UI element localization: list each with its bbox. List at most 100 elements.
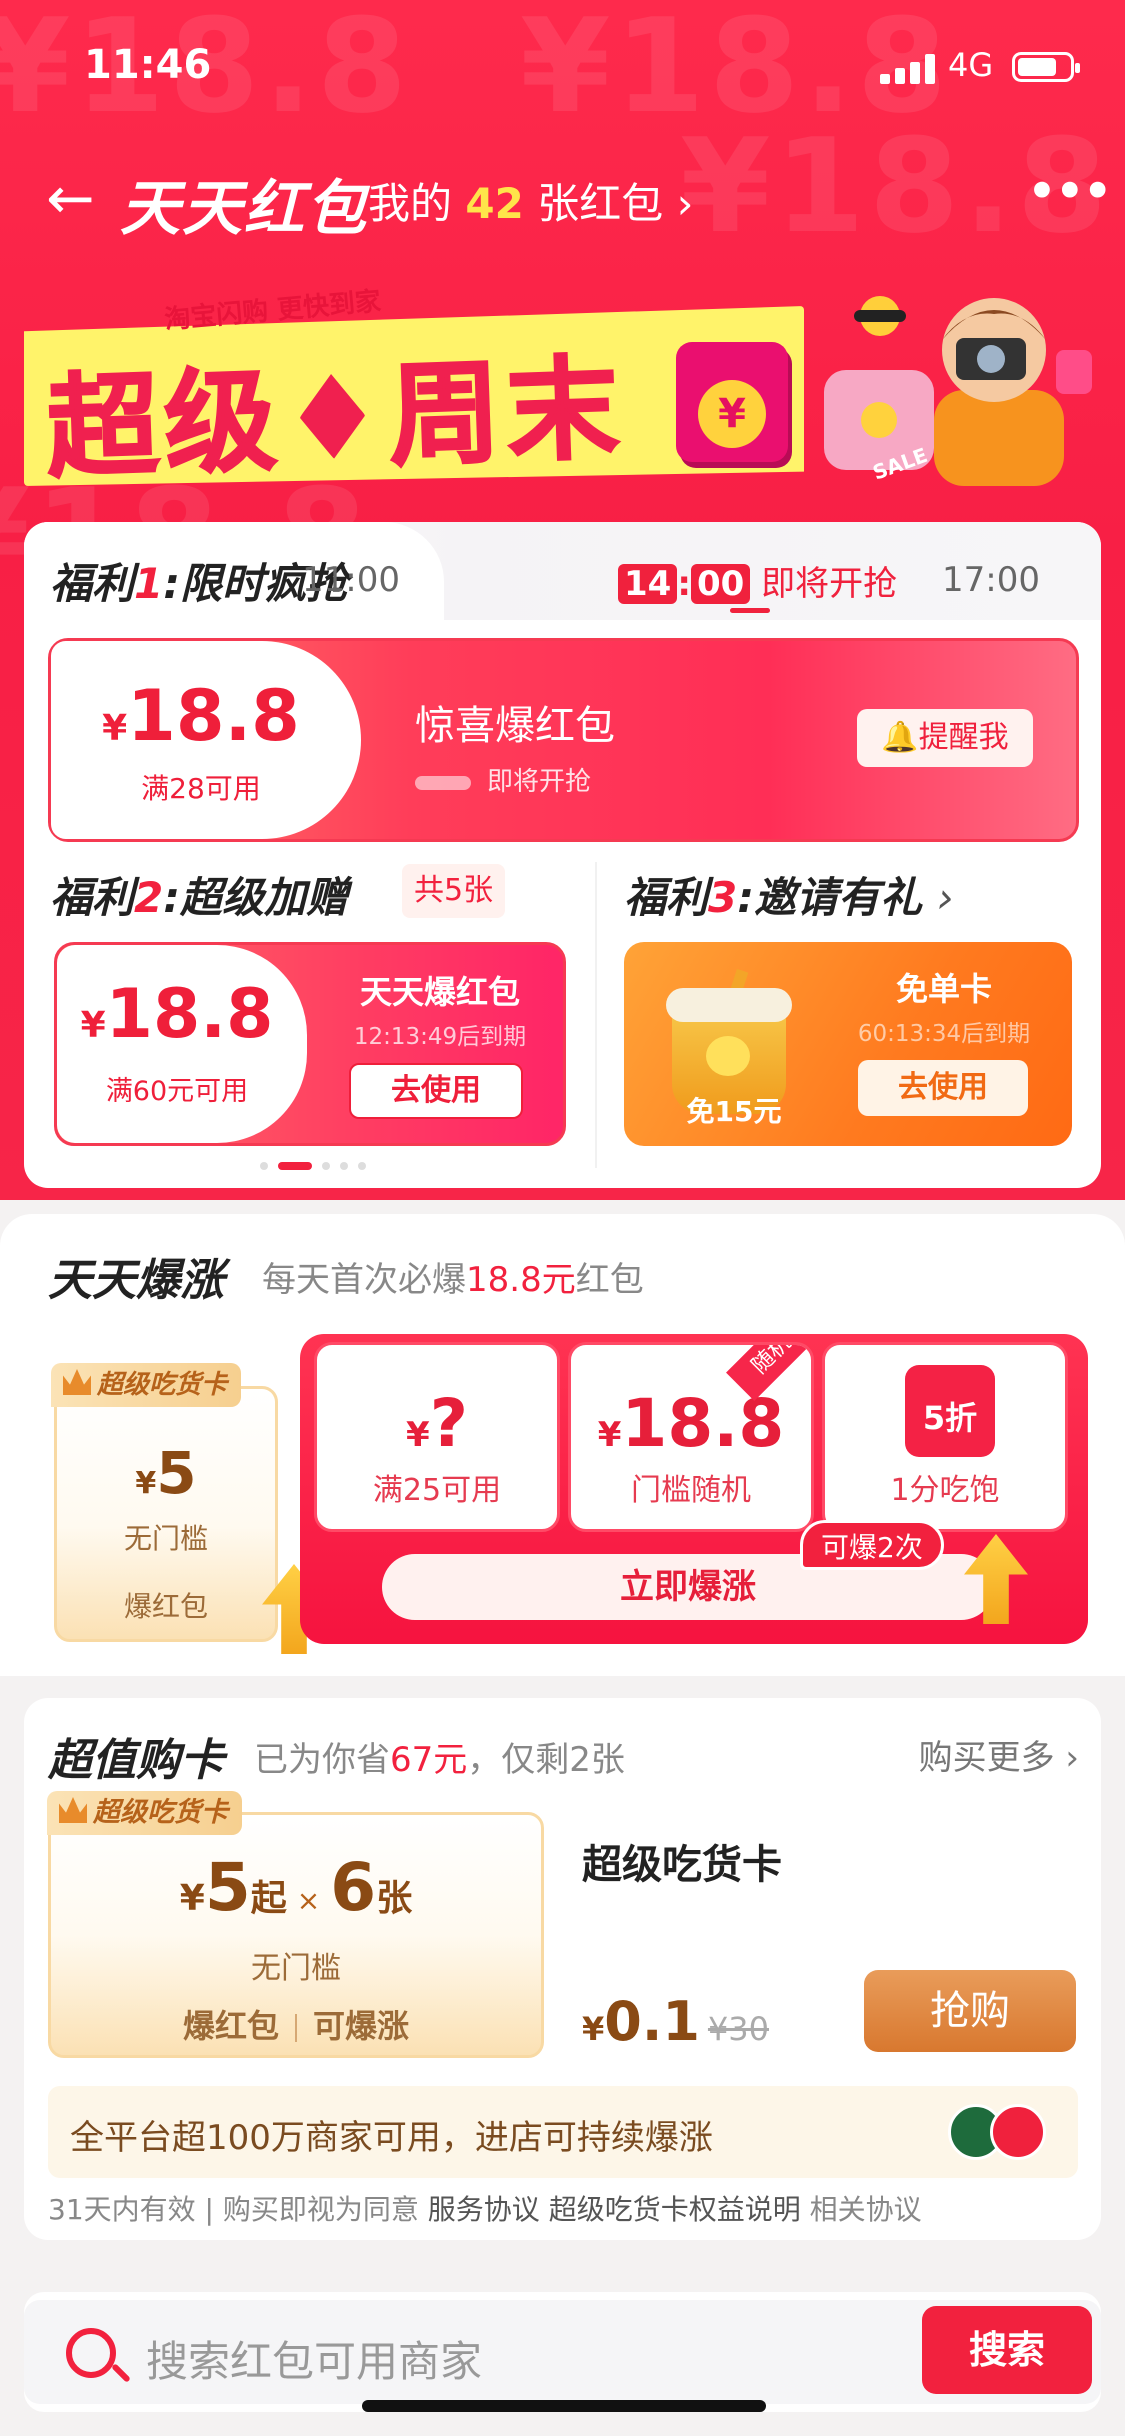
foodie-card-product[interactable]: 超级吃货卡 ¥5起 × 6张 无门槛 爆红包 可爆涨 — [47, 1791, 544, 2058]
product-name: 超级吃货卡 — [582, 1842, 782, 1888]
card-condition: 无门槛 — [251, 1951, 341, 1986]
my-coupons-link[interactable]: 我的 42 张红包 › — [368, 170, 693, 231]
coupon-expiry: 12:13:49后到期 — [353, 1024, 527, 1050]
original-price: ¥30 — [707, 2010, 770, 2048]
buy-more-link[interactable]: 购买更多 › — [919, 1730, 1079, 1779]
tab-slot-current[interactable]: 14:00 即将开抢 — [618, 556, 897, 605]
nav-bar: ← 天天红包 我的 42 张红包 › ••• — [0, 160, 1125, 244]
current-minute: 00 — [690, 564, 751, 604]
value-card-title: 超值购卡 — [48, 1735, 224, 1786]
coupon-condition: 满28可用 — [141, 772, 261, 805]
foodie-price: ¥5 — [135, 1439, 197, 1507]
use-card-button[interactable]: 去使用 — [858, 1060, 1028, 1116]
status-bar: 11:46 4G — [0, 0, 1125, 130]
service-agreement-link[interactable]: 服务协议 — [428, 2193, 540, 2226]
benefit3-title[interactable]: 福利3:邀请有礼 › — [624, 864, 953, 925]
mascot-illustration: SALE — [824, 296, 1092, 486]
back-arrow-icon[interactable]: ← — [46, 168, 95, 228]
value-card-section: 超值购卡 已为你省67元，仅剩2张 购买更多 › 超级吃货卡 ¥5起 × 6张 无门… — [24, 1698, 1101, 2240]
merchant-logos — [948, 2104, 1060, 2160]
search-placeholder: 搜索红包可用商家 — [146, 2337, 483, 2386]
red-envelope-icon: ¥ — [676, 342, 788, 462]
card-bundle-price: ¥5起 × 6张 — [179, 1849, 413, 1926]
value-card-subtitle: 已为你省67元，仅剩2张 — [254, 1740, 625, 1780]
coupon-status: 即将开抢 — [415, 761, 591, 798]
boom-option-random[interactable]: ¥18.8 门槛随机 随机 — [568, 1342, 814, 1532]
option-price: ¥? — [406, 1385, 468, 1462]
product-price: ¥0.1 ¥30 — [582, 1990, 770, 2053]
promo-banner[interactable]: 淘宝闪购 更快到家 超级♦周末 ¥ SALE — [24, 287, 1099, 495]
coupon-value-area: ¥18.8 满60元可用 — [57, 945, 307, 1143]
boom-option-discount[interactable]: 5折 1分吃饱 — [822, 1342, 1068, 1532]
boom-panel: ¥? 满25可用 ¥18.8 门槛随机 随机 5折 1分吃饱 立即爆涨 可爆2次 — [300, 1334, 1088, 1644]
search-icon — [66, 2328, 131, 2383]
chevron-right-icon: › — [936, 873, 954, 922]
coupon-price: ¥18.8 — [102, 675, 300, 757]
bonus-coupon[interactable]: ¥18.8 满60元可用 天天爆红包 12:13:49后到期 去使用 — [54, 942, 566, 1146]
flash-coupon[interactable]: ¥18.8 满28可用 惊喜爆红包 即将开抢 🔔提醒我 — [48, 638, 1079, 842]
foodie-card-coupon[interactable]: 超级吃货卡 ¥5 无门槛 爆红包 — [51, 1363, 278, 1642]
my-coupons-suffix: 张红包 — [537, 179, 664, 228]
coupon-count-tag: 共5张 — [402, 864, 506, 918]
signal-icon — [880, 54, 938, 84]
pagination-dots — [260, 1162, 400, 1172]
benefit2-title: 福利2:超级加赠 — [50, 873, 349, 922]
notice-text: 全平台超100万商家可用，进店可持续爆涨 — [70, 2118, 713, 2158]
benefits-card: 福利1:限时疯抢 11:00 14:00 即将开抢 17:00 ¥18.8 满2… — [24, 522, 1101, 1188]
remind-me-button[interactable]: 🔔提醒我 — [857, 709, 1033, 767]
option-condition: 门槛随机 — [631, 1473, 751, 1508]
merchant-notice: 全平台超100万商家可用，进店可持续爆涨 — [48, 2086, 1078, 2178]
search-button[interactable]: 搜索 — [922, 2306, 1092, 2394]
coupon-name: 天天爆红包 — [359, 973, 520, 1011]
search-bar: 搜索红包可用商家 搜索 — [24, 2292, 1101, 2412]
crown-icon — [59, 1797, 87, 1823]
benefits-info-link[interactable]: 超级吃货卡权益说明 — [549, 2193, 801, 2226]
daily-boom-title: 天天爆涨 — [48, 1255, 224, 1306]
discount-badge: 免15元 — [686, 1095, 782, 1128]
discount-envelope-icon: 5折 — [905, 1365, 995, 1457]
free-order-card[interactable]: 免15元 免单卡 60:13:34后到期 去使用 — [624, 942, 1072, 1146]
bell-icon: 🔔 — [881, 720, 919, 755]
network-label: 4G — [948, 46, 994, 84]
coupon-name: 惊喜爆红包 — [415, 703, 615, 749]
boom-times-bubble: 可爆2次 — [800, 1520, 944, 1570]
use-coupon-button[interactable]: 去使用 — [349, 1063, 523, 1119]
battery-icon — [1012, 52, 1080, 82]
current-slot-status: 即将开抢 — [761, 564, 898, 604]
active-tab-indicator — [730, 608, 770, 613]
daily-boom-section: 天天爆涨 每天首次必爆18.8元红包 超级吃货卡 ¥5 无门槛 爆红包 ¥? 满… — [0, 1214, 1125, 1676]
grab-button[interactable]: 抢购 — [864, 1970, 1076, 2052]
banner-title: 超级♦周末 — [43, 343, 628, 495]
chevron-right-icon: › — [676, 179, 694, 228]
coupon-value-area: ¥18.8 满28可用 — [51, 641, 361, 839]
status-time: 11:46 — [84, 42, 212, 88]
foodie-condition: 无门槛 — [123, 1522, 208, 1555]
option-price: ¥18.8 — [597, 1385, 785, 1462]
more-icon[interactable]: ••• — [1026, 160, 1114, 223]
my-coupons-count: 42 — [465, 179, 524, 228]
current-hour: 14 — [618, 564, 678, 604]
foodie-name: 爆红包 — [123, 1590, 208, 1623]
coupon-condition: 满60元可用 — [105, 1076, 249, 1107]
card-features: 爆红包 可爆涨 — [182, 2007, 410, 2045]
crown-icon — [63, 1369, 91, 1395]
tab-slot-1100[interactable]: 11:00 — [302, 560, 400, 600]
merchant-logo-icon — [990, 2104, 1046, 2160]
page-title: 天天红包 — [120, 174, 368, 244]
card-name: 免单卡 — [895, 970, 992, 1008]
terms-line: 31天内有效 | 购买即视为同意 服务协议 超级吃货卡权益说明 相关协议 — [48, 2193, 922, 2226]
search-field[interactable]: 搜索红包可用商家 搜索 — [24, 2300, 1101, 2404]
divider — [595, 862, 597, 1168]
option-condition: 满25可用 — [372, 1473, 502, 1508]
daily-boom-subtitle: 每天首次必爆18.8元红包 — [262, 1260, 644, 1300]
foodie-card-badge: 超级吃货卡 — [51, 1363, 242, 1407]
option-condition: 1分吃饱 — [890, 1473, 1000, 1508]
coupon-price: ¥18.8 — [80, 975, 274, 1054]
related-agreement-link[interactable]: 相关协议 — [810, 2193, 922, 2226]
time-slot-tabs: 福利1:限时疯抢 11:00 14:00 即将开抢 17:00 — [24, 522, 1101, 620]
tab-slot-1700[interactable]: 17:00 — [942, 560, 1040, 600]
boom-option-mystery[interactable]: ¥? 满25可用 — [314, 1342, 560, 1532]
foodie-card-badge: 超级吃货卡 — [47, 1791, 242, 1835]
my-coupons-prefix: 我的 — [368, 179, 453, 228]
card-expiry: 60:13:34后到期 — [857, 1021, 1031, 1047]
